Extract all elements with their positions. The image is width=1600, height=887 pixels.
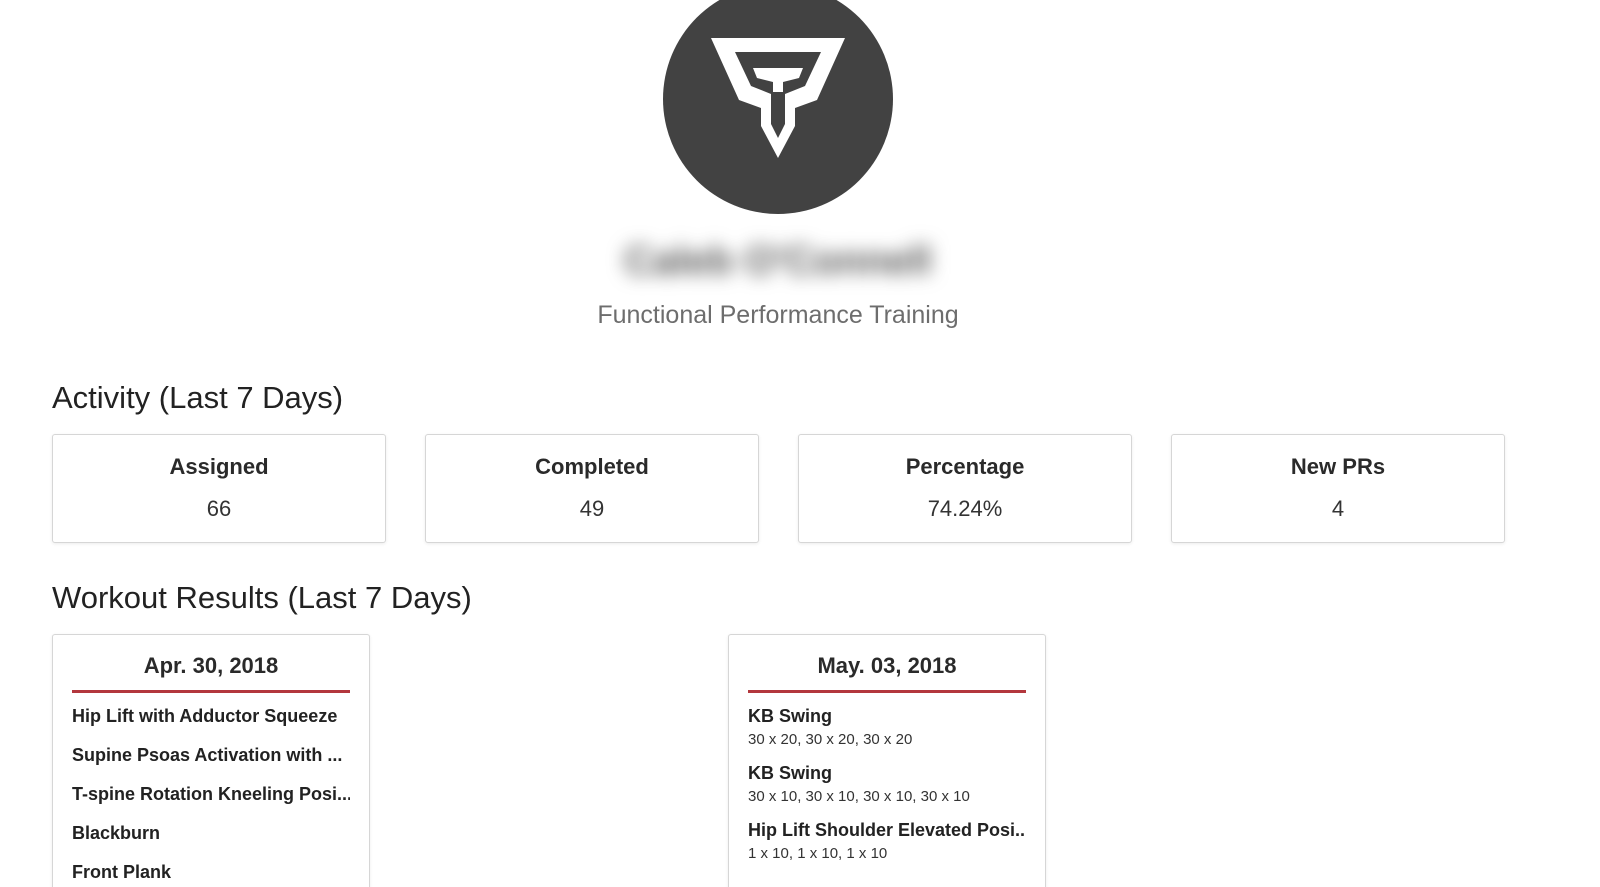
stat-value: 49 [579,496,605,521]
workout-results-section-title: Workout Results (Last 7 Days) [52,580,472,615]
stat-label: New PRs [1290,454,1386,479]
exercise-name: Front Plank [72,862,172,882]
athlete-profile-page: Caleb O'Connell Functional Performance T… [0,0,1600,887]
list-item[interactable]: T-spine Rotation Kneeling Posi... [72,783,350,806]
list-item[interactable]: Hip Lift Shoulder Elevated Posi... 1 x 1… [748,819,1026,864]
stat-label: Assigned [169,454,269,479]
exercise-list: Hip Lift with Adductor Squeeze Supine Ps… [53,705,369,884]
stat-card-percentage: Percentage 74.24% [798,434,1132,543]
workout-card[interactable]: Apr. 30, 2018 Hip Lift with Adductor Squ… [52,634,370,887]
stat-card-assigned: Assigned 66 [52,434,386,543]
activity-section-title: Activity (Last 7 Days) [52,380,344,415]
exercise-name: Blackburn [72,823,161,843]
profile-avatar [663,0,893,214]
exercise-sets: 1 x 10, 1 x 10, 1 x 10 [748,845,888,862]
stat-label: Percentage [905,454,1025,479]
exercise-name: KB Swing [748,763,832,783]
list-item[interactable]: KB Swing 30 x 10, 30 x 10, 30 x 10, 30 x… [748,762,1026,807]
stat-value: 66 [206,496,232,521]
stat-card-completed: Completed 49 [425,434,759,543]
exercise-name: Hip Lift with Adductor Squeeze [72,706,338,726]
list-item[interactable]: KB Swing 30 x 20, 30 x 20, 30 x 20 [748,705,1026,750]
stat-card-new-prs: New PRs 4 [1171,434,1505,543]
profile-subtitle: Functional Performance Training [597,301,959,329]
trident-logo-icon [711,38,845,158]
exercise-name: KB Swing [748,706,832,726]
exercise-name: Hip Lift Shoulder Elevated Posi... [748,820,1026,840]
list-item[interactable]: Blackburn [72,822,350,845]
list-item[interactable]: Front Plank [72,861,350,884]
stat-label: Completed [535,454,649,479]
workout-date: May. 03, 2018 [748,651,1026,693]
exercise-sets: 30 x 10, 30 x 10, 30 x 10, 30 x 10 [748,788,970,805]
exercise-list: KB Swing 30 x 20, 30 x 20, 30 x 20 KB Sw… [729,705,1045,864]
exercise-sets: 30 x 20, 30 x 20, 30 x 20 [748,731,913,748]
profile-name: Caleb O'Connell [624,239,932,283]
exercise-name: T-spine Rotation Kneeling Posi... [72,784,350,804]
workout-date: Apr. 30, 2018 [72,651,350,693]
workout-card[interactable]: May. 03, 2018 KB Swing 30 x 20, 30 x 20,… [728,634,1046,887]
exercise-name: Supine Psoas Activation with ... [72,745,343,765]
stat-value: 4 [1331,496,1345,521]
stat-value: 74.24% [927,496,1003,521]
list-item[interactable]: Supine Psoas Activation with ... [72,744,350,767]
list-item[interactable]: Hip Lift with Adductor Squeeze [72,705,350,728]
